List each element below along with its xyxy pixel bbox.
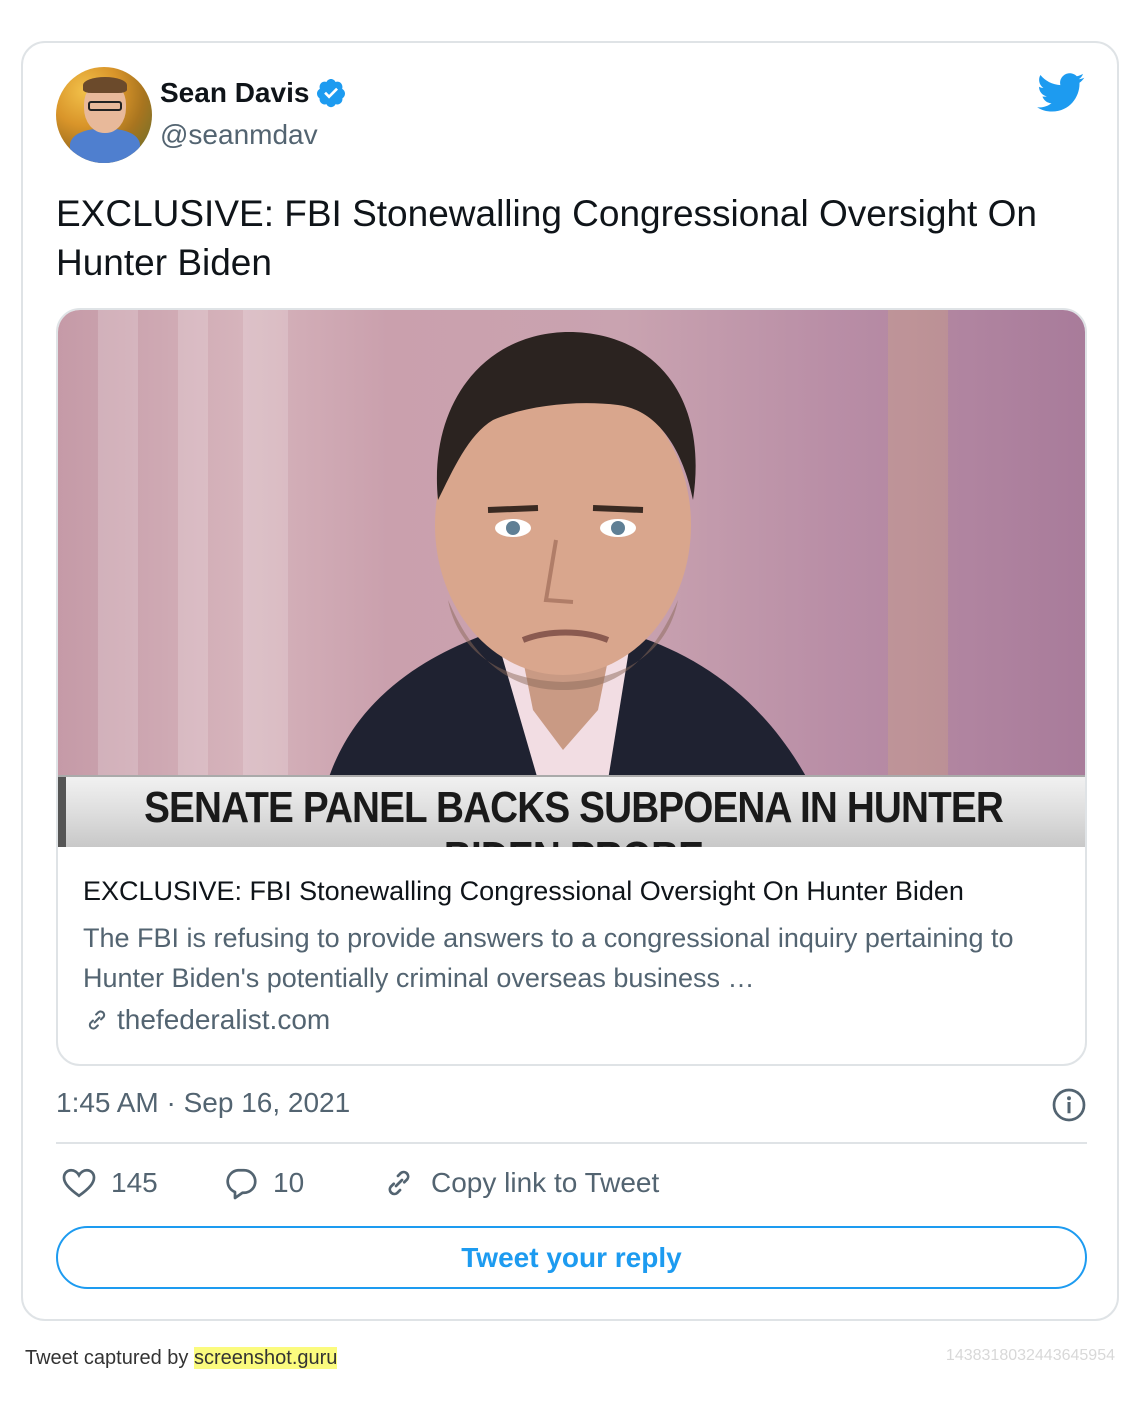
headline-banner: SENATE PANEL BACKS SUBPOENA IN HUNTER BI… xyxy=(58,775,1085,847)
author-handle[interactable]: @seanmdav xyxy=(160,119,318,151)
avatar[interactable] xyxy=(56,67,152,163)
like-action[interactable]: 145 xyxy=(61,1165,158,1201)
copy-link-label: Copy link to Tweet xyxy=(431,1167,660,1198)
headline-banner-text: SENATE PANEL BACKS SUBPOENA IN HUNTER BI… xyxy=(144,783,1004,847)
capture-credit: Tweet captured by screenshot.guru xyxy=(25,1347,338,1370)
author-name[interactable]: Sean Davis xyxy=(160,77,309,109)
tweet-timestamp[interactable]: 1:45 AM · Sep 16, 2021 xyxy=(56,1087,350,1119)
tweet-text: EXCLUSIVE: FBI Stonewalling Congressiona… xyxy=(56,193,1037,283)
heart-icon xyxy=(62,1168,96,1198)
reply-bubble-icon xyxy=(226,1168,257,1200)
tweet-reply-button[interactable]: Tweet your reply xyxy=(56,1226,1087,1289)
link-preview-title[interactable]: EXCLUSIVE: FBI Stonewalling Congressiona… xyxy=(83,876,964,907)
capture-credit-text: Tweet captured by xyxy=(25,1347,194,1369)
link-domain-text: thefederalist.com xyxy=(117,1004,331,1035)
link-preview-domain[interactable]: thefederalist.com xyxy=(83,1004,330,1036)
verified-badge-icon xyxy=(317,79,346,108)
reply-action[interactable]: 10 xyxy=(223,1165,304,1201)
divider xyxy=(56,1142,1087,1144)
person-photo xyxy=(328,331,808,780)
link-icon xyxy=(388,1170,410,1196)
author-name-row[interactable]: Sean Davis xyxy=(160,77,347,109)
like-count: 145 xyxy=(111,1167,158,1198)
link-preview-card[interactable]: SENATE PANEL BACKS SUBPOENA IN HUNTER BI… xyxy=(56,308,1087,1066)
tweet-card: Sean Davis @seanmdav EXCLUSIVE: FBI Ston… xyxy=(21,41,1119,1321)
link-preview-description: The FBI is refusing to provide answers t… xyxy=(83,923,1014,993)
link-preview-image[interactable]: SENATE PANEL BACKS SUBPOENA IN HUNTER BI… xyxy=(58,310,1085,847)
reply-count: 10 xyxy=(273,1167,305,1198)
info-icon[interactable] xyxy=(1051,1087,1087,1123)
tweet-id: 1438318032443645954 xyxy=(945,1347,1115,1364)
copy-link-action[interactable]: Copy link to Tweet xyxy=(381,1165,659,1201)
twitter-bird-icon[interactable] xyxy=(1037,73,1085,113)
link-icon xyxy=(88,1010,106,1030)
capture-site-link[interactable]: screenshot.guru xyxy=(193,1347,338,1369)
